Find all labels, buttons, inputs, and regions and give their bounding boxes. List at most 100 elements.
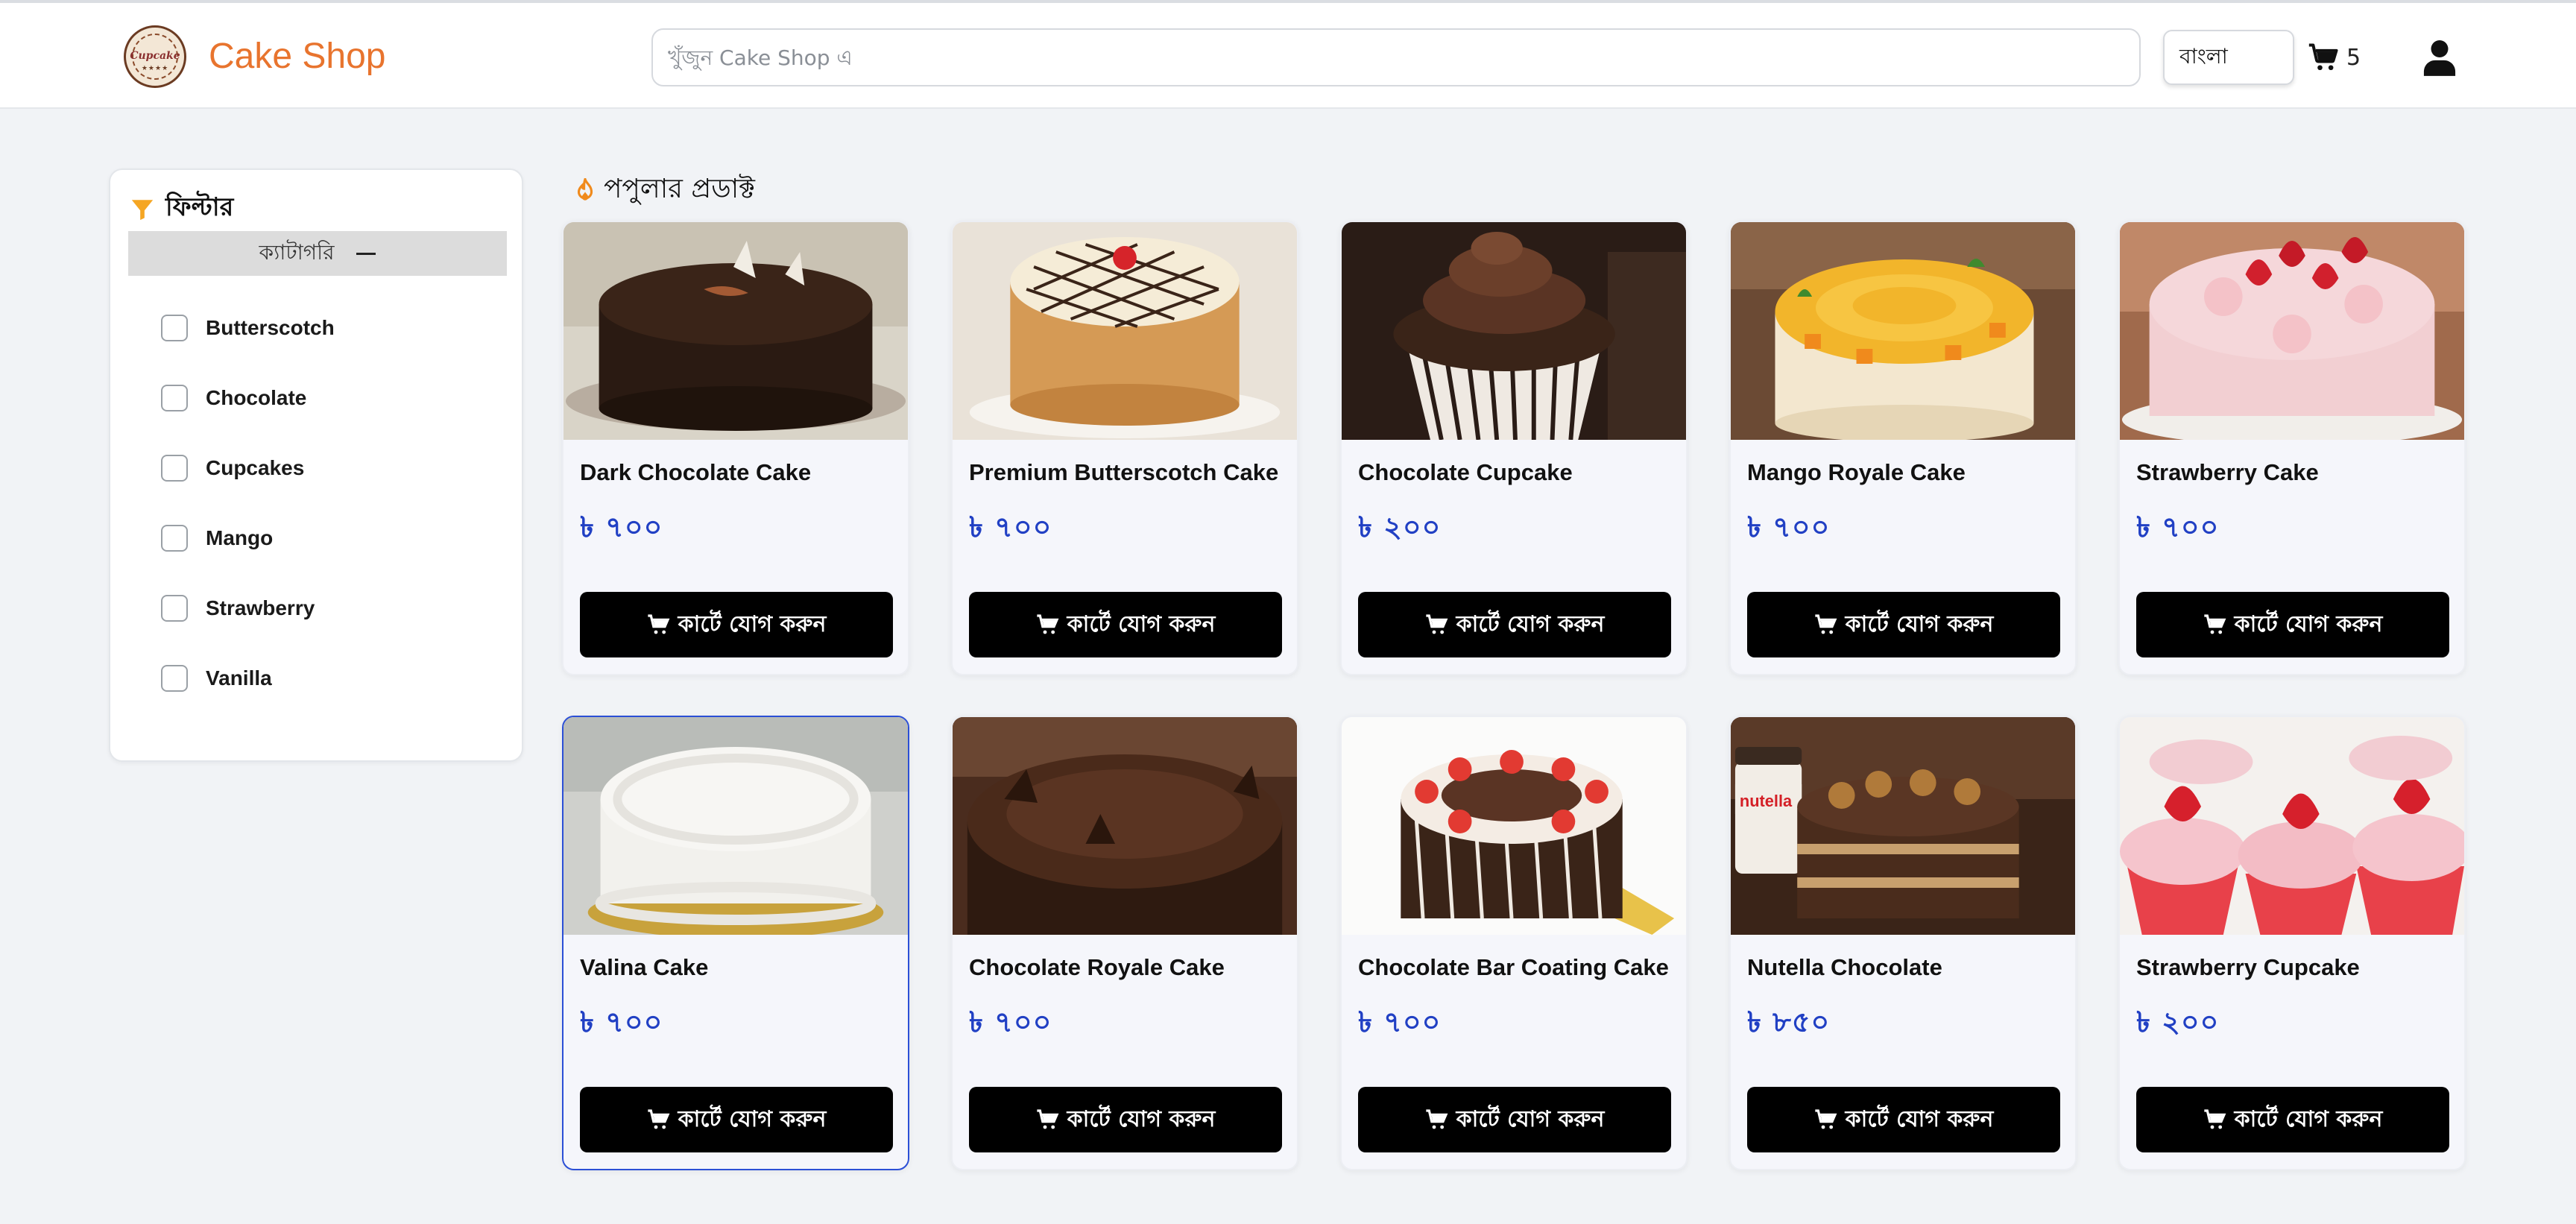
add-to-cart-label: কার্টে যোগ করুন bbox=[678, 1105, 827, 1132]
cart-icon bbox=[1425, 1109, 1448, 1129]
add-to-cart-label: কার্টে যোগ করুন bbox=[1456, 611, 1605, 637]
product-image[interactable] bbox=[564, 717, 908, 935]
product-card[interactable]: Strawberry Cupcake ৳ ২০০ কার্টে যোগ করুন bbox=[2118, 716, 2466, 1170]
category-checkbox[interactable] bbox=[161, 665, 188, 692]
product-card[interactable]: Dark Chocolate Cake ৳ ৭০০ কার্টে যোগ করু… bbox=[562, 221, 909, 675]
product-price: ৳ ৭০০ bbox=[580, 511, 663, 543]
product-image[interactable] bbox=[953, 222, 1297, 440]
product-name[interactable]: Strawberry Cupcake bbox=[2136, 954, 2360, 981]
add-to-cart-button[interactable]: কার্টে যোগ করুন bbox=[2136, 592, 2449, 657]
add-to-cart-label: কার্টে যোগ করুন bbox=[2234, 611, 2383, 637]
filter-sidebar: ফিল্টার ক্যাটাগরি Butterscotch Chocolate… bbox=[109, 168, 523, 762]
add-to-cart-button[interactable]: কার্টে যোগ করুন bbox=[1747, 592, 2060, 657]
category-list: Butterscotch Chocolate Cupcakes Mango St… bbox=[161, 315, 335, 735]
brand-name[interactable]: Cake Shop bbox=[209, 36, 386, 77]
category-item[interactable]: Mango bbox=[161, 525, 335, 595]
product-card[interactable]: Premium Butterscotch Cake ৳ ৭০০ কার্টে য… bbox=[951, 221, 1298, 675]
product-name[interactable]: Nutella Chocolate bbox=[1747, 954, 1942, 981]
product-image[interactable] bbox=[2120, 222, 2464, 440]
category-item[interactable]: Butterscotch bbox=[161, 315, 335, 385]
product-card[interactable]: Chocolate Royale Cake ৳ ৭০০ কার্টে যোগ ক… bbox=[951, 716, 1298, 1170]
cart-icon bbox=[1036, 614, 1059, 634]
add-to-cart-button[interactable]: কার্টে যোগ করুন bbox=[969, 1087, 1282, 1152]
cart-icon bbox=[1814, 614, 1837, 634]
product-card[interactable]: nutella Nutella Chocolate ৳ ৮৫০ কার্টে য… bbox=[1729, 716, 2077, 1170]
product-name[interactable]: Chocolate Cupcake bbox=[1358, 459, 1573, 486]
category-item[interactable]: Cupcakes bbox=[161, 455, 335, 525]
logo-text: Cupcake bbox=[130, 50, 180, 62]
category-checkbox[interactable] bbox=[161, 385, 188, 411]
product-grid: Dark Chocolate Cake ৳ ৭০০ কার্টে যোগ করু… bbox=[562, 221, 2469, 1170]
category-item[interactable]: Chocolate bbox=[161, 385, 335, 455]
category-checkbox[interactable] bbox=[161, 315, 188, 341]
cart-icon bbox=[647, 614, 670, 634]
add-to-cart-button[interactable]: কার্টে যোগ করুন bbox=[969, 592, 1282, 657]
product-price: ৳ ৭০০ bbox=[969, 511, 1052, 543]
collapse-icon bbox=[356, 252, 376, 255]
add-to-cart-label: কার্টে যোগ করুন bbox=[1067, 611, 1216, 637]
product-name[interactable]: Strawberry Cake bbox=[2136, 459, 2319, 486]
product-image[interactable] bbox=[1731, 222, 2075, 440]
add-to-cart-button[interactable]: কার্টে যোগ করুন bbox=[580, 1087, 893, 1152]
category-checkbox[interactable] bbox=[161, 455, 188, 482]
product-card[interactable]: Mango Royale Cake ৳ ৭০০ কার্টে যোগ করুন bbox=[1729, 221, 2077, 675]
category-checkbox[interactable] bbox=[161, 595, 188, 622]
add-to-cart-button[interactable]: কার্টে যোগ করুন bbox=[2136, 1087, 2449, 1152]
cart-icon bbox=[1814, 1109, 1837, 1129]
category-label: ক্যাটাগরি bbox=[259, 239, 335, 265]
category-item-label: Butterscotch bbox=[206, 316, 335, 339]
product-image[interactable] bbox=[2120, 717, 2464, 935]
category-item-label: Vanilla bbox=[206, 666, 272, 690]
product-name[interactable]: Dark Chocolate Cake bbox=[580, 459, 811, 486]
product-name[interactable]: Chocolate Bar Coating Cake bbox=[1358, 954, 1669, 981]
add-to-cart-button[interactable]: কার্টে যোগ করুন bbox=[1358, 1087, 1671, 1152]
cart-icon bbox=[647, 1109, 670, 1129]
add-to-cart-button[interactable]: কার্টে যোগ করুন bbox=[1747, 1087, 2060, 1152]
add-to-cart-button[interactable]: কার্টে যোগ করুন bbox=[580, 592, 893, 657]
add-to-cart-button[interactable]: কার্টে যোগ করুন bbox=[1358, 592, 1671, 657]
product-price: ৳ ২০০ bbox=[2136, 1006, 2220, 1038]
category-item[interactable]: Strawberry bbox=[161, 595, 335, 665]
product-image[interactable]: nutella bbox=[1731, 717, 2075, 935]
add-to-cart-label: কার্টে যোগ করুন bbox=[1845, 611, 1994, 637]
product-card[interactable]: Valina Cake ৳ ৭০০ কার্টে যোগ করুন bbox=[562, 716, 909, 1170]
user-icon[interactable] bbox=[2422, 39, 2457, 76]
category-item-label: Chocolate bbox=[206, 386, 307, 409]
product-image[interactable] bbox=[1342, 717, 1686, 935]
product-image[interactable] bbox=[1342, 222, 1686, 440]
category-item-label: Cupcakes bbox=[206, 456, 305, 479]
product-name[interactable]: Valina Cake bbox=[580, 954, 708, 981]
cart-icon bbox=[2203, 614, 2226, 634]
category-toggle[interactable]: ক্যাটাগরি bbox=[128, 231, 507, 276]
section-heading: পপুলার প্রডাক্ট bbox=[574, 168, 755, 213]
logo-stars: ★★★★ bbox=[141, 65, 169, 72]
top-header: Cupcake ★★★★ Cake Shop বাংলা 5 bbox=[0, 0, 2576, 109]
cart-icon bbox=[2308, 43, 2338, 71]
product-card[interactable]: Chocolate Bar Coating Cake ৳ ৭০০ কার্টে … bbox=[1340, 716, 1688, 1170]
product-image[interactable] bbox=[953, 717, 1297, 935]
category-checkbox[interactable] bbox=[161, 525, 188, 552]
search-input[interactable] bbox=[651, 28, 2141, 86]
product-name[interactable]: Mango Royale Cake bbox=[1747, 459, 1966, 486]
cart-count: 5 bbox=[2346, 44, 2361, 71]
product-price: ৳ ৭০০ bbox=[2136, 511, 2220, 543]
filter-title: ফিল্টার bbox=[165, 192, 234, 222]
product-price: ৳ ৮৫০ bbox=[1747, 1006, 1831, 1038]
product-name[interactable]: Premium Butterscotch Cake bbox=[969, 459, 1278, 486]
category-item[interactable]: Vanilla bbox=[161, 665, 335, 735]
language-select[interactable]: বাংলা bbox=[2163, 30, 2294, 85]
product-card[interactable]: Chocolate Cupcake ৳ ২০০ কার্টে যোগ করুন bbox=[1340, 221, 1688, 675]
section-title: পপুলার প্রডাক্ট bbox=[604, 174, 755, 204]
product-image[interactable] bbox=[564, 222, 908, 440]
filter-heading: ফিল্টার bbox=[130, 188, 233, 230]
add-to-cart-label: কার্টে যোগ করুন bbox=[678, 611, 827, 637]
shop-logo[interactable]: Cupcake ★★★★ bbox=[124, 25, 186, 88]
product-card[interactable]: Strawberry Cake ৳ ৭০০ কার্টে যোগ করুন bbox=[2118, 221, 2466, 675]
language-label: বাংলা bbox=[2179, 43, 2228, 69]
product-price: ৳ ৭০০ bbox=[969, 1006, 1052, 1038]
product-price: ৳ ৭০০ bbox=[1747, 511, 1831, 543]
cart-button[interactable]: 5 bbox=[2308, 39, 2361, 76]
product-name[interactable]: Chocolate Royale Cake bbox=[969, 954, 1225, 981]
category-item-label: Strawberry bbox=[206, 596, 315, 619]
add-to-cart-label: কার্টে যোগ করুন bbox=[2234, 1105, 2383, 1132]
